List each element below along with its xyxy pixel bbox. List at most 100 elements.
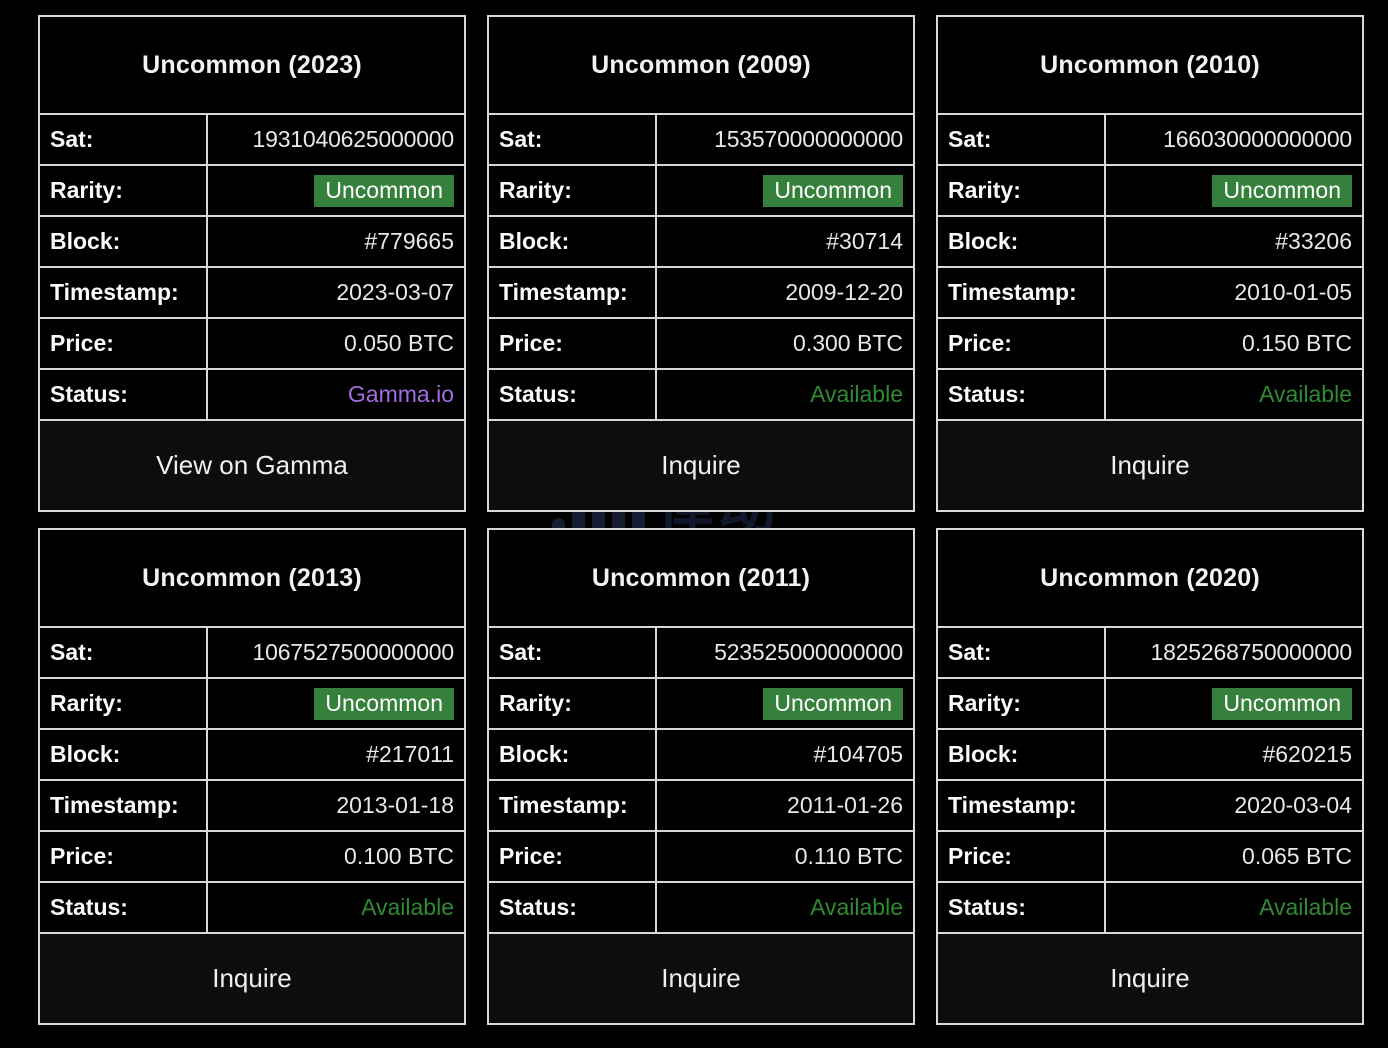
row-value-price: 0.065 BTC (1106, 832, 1362, 881)
row-label-timestamp: Timestamp: (938, 781, 1106, 830)
card-action-button[interactable]: Inquire (40, 934, 464, 1023)
row-value-block: #30714 (657, 217, 913, 266)
row-label-block: Block: (40, 217, 208, 266)
table-row-block: Block: #779665 (40, 217, 464, 268)
row-label-timestamp: Timestamp: (489, 268, 657, 317)
card-title: Uncommon (2013) (40, 530, 464, 628)
row-value-timestamp: 2013-01-18 (208, 781, 464, 830)
card-title: Uncommon (2010) (938, 17, 1362, 115)
row-label-timestamp: Timestamp: (40, 268, 208, 317)
card-action-button[interactable]: Inquire (489, 421, 913, 510)
row-label-block: Block: (40, 730, 208, 779)
sat-card[interactable]: Uncommon (2009) Sat: 153570000000000 Rar… (487, 15, 915, 512)
row-label-price: Price: (489, 319, 657, 368)
table-row-block: Block: #620215 (938, 730, 1362, 781)
table-row-sat: Sat: 1825268750000000 (938, 628, 1362, 679)
table-row-price: Price: 0.050 BTC (40, 319, 464, 370)
card-title: Uncommon (2009) (489, 17, 913, 115)
sat-card-grid: Uncommon (2023) Sat: 1931040625000000 Ra… (38, 15, 1360, 1025)
status-badge: Available (1106, 370, 1362, 419)
card-detail-table: Sat: 1825268750000000 Rarity: Uncommon B… (938, 628, 1362, 934)
row-value-block: #33206 (1106, 217, 1362, 266)
row-value-timestamp: 2010-01-05 (1106, 268, 1362, 317)
table-row-rarity: Rarity: Uncommon (489, 679, 913, 730)
row-label-timestamp: Timestamp: (40, 781, 208, 830)
row-label-timestamp: Timestamp: (489, 781, 657, 830)
sat-card[interactable]: Uncommon (2011) Sat: 523525000000000 Rar… (487, 528, 915, 1025)
card-title: Uncommon (2020) (938, 530, 1362, 628)
table-row-price: Price: 0.065 BTC (938, 832, 1362, 883)
table-row-timestamp: Timestamp: 2013-01-18 (40, 781, 464, 832)
row-value-sat: 166030000000000 (1106, 115, 1362, 164)
row-label-rarity: Rarity: (489, 679, 657, 728)
rarity-badge: Uncommon (314, 688, 454, 720)
row-value-price: 0.150 BTC (1106, 319, 1362, 368)
row-label-block: Block: (938, 217, 1106, 266)
table-row-block: Block: #104705 (489, 730, 913, 781)
status-badge: Available (1106, 883, 1362, 932)
row-value-sat: 1931040625000000 (208, 115, 464, 164)
row-label-sat: Sat: (938, 115, 1106, 164)
row-label-status: Status: (938, 370, 1106, 419)
row-label-block: Block: (938, 730, 1106, 779)
row-label-price: Price: (938, 832, 1106, 881)
row-value-timestamp: 2023-03-07 (208, 268, 464, 317)
rarity-badge: Uncommon (1212, 175, 1352, 207)
row-label-price: Price: (489, 832, 657, 881)
sat-card[interactable]: Uncommon (2010) Sat: 166030000000000 Rar… (936, 15, 1364, 512)
table-row-status: Status: Available (938, 370, 1362, 421)
row-label-rarity: Rarity: (938, 679, 1106, 728)
card-detail-table: Sat: 1931040625000000 Rarity: Uncommon B… (40, 115, 464, 421)
table-row-price: Price: 0.110 BTC (489, 832, 913, 883)
table-row-status: Status: Available (489, 370, 913, 421)
row-label-sat: Sat: (489, 628, 657, 677)
status-badge: Available (208, 883, 464, 932)
row-label-timestamp: Timestamp: (938, 268, 1106, 317)
card-title: Uncommon (2023) (40, 17, 464, 115)
row-label-rarity: Rarity: (40, 679, 208, 728)
row-label-block: Block: (489, 217, 657, 266)
status-badge[interactable]: Gamma.io (208, 370, 464, 419)
row-value-rarity: Uncommon (1106, 166, 1362, 215)
table-row-price: Price: 0.300 BTC (489, 319, 913, 370)
row-label-price: Price: (938, 319, 1106, 368)
row-label-price: Price: (40, 832, 208, 881)
table-row-sat: Sat: 166030000000000 (938, 115, 1362, 166)
row-value-rarity: Uncommon (208, 166, 464, 215)
table-row-timestamp: Timestamp: 2009-12-20 (489, 268, 913, 319)
row-value-price: 0.300 BTC (657, 319, 913, 368)
sat-card[interactable]: Uncommon (2013) Sat: 1067527500000000 Ra… (38, 528, 466, 1025)
row-value-sat: 1067527500000000 (208, 628, 464, 677)
card-action-button[interactable]: Inquire (938, 421, 1362, 510)
table-row-sat: Sat: 1067527500000000 (40, 628, 464, 679)
table-row-block: Block: #33206 (938, 217, 1362, 268)
row-label-status: Status: (489, 883, 657, 932)
row-label-sat: Sat: (40, 115, 208, 164)
card-detail-table: Sat: 153570000000000 Rarity: Uncommon Bl… (489, 115, 913, 421)
card-action-button[interactable]: View on Gamma (40, 421, 464, 510)
card-action-button[interactable]: Inquire (489, 934, 913, 1023)
table-row-timestamp: Timestamp: 2023-03-07 (40, 268, 464, 319)
row-value-block: #104705 (657, 730, 913, 779)
sat-card[interactable]: Uncommon (2020) Sat: 1825268750000000 Ra… (936, 528, 1364, 1025)
rarity-badge: Uncommon (763, 688, 903, 720)
table-row-price: Price: 0.100 BTC (40, 832, 464, 883)
table-row-block: Block: #217011 (40, 730, 464, 781)
row-label-rarity: Rarity: (938, 166, 1106, 215)
table-row-timestamp: Timestamp: 2020-03-04 (938, 781, 1362, 832)
sat-card[interactable]: Uncommon (2023) Sat: 1931040625000000 Ra… (38, 15, 466, 512)
table-row-rarity: Rarity: Uncommon (40, 679, 464, 730)
table-row-rarity: Rarity: Uncommon (489, 166, 913, 217)
row-label-price: Price: (40, 319, 208, 368)
row-value-timestamp: 2020-03-04 (1106, 781, 1362, 830)
row-label-block: Block: (489, 730, 657, 779)
row-label-rarity: Rarity: (489, 166, 657, 215)
table-row-timestamp: Timestamp: 2010-01-05 (938, 268, 1362, 319)
row-value-rarity: Uncommon (657, 679, 913, 728)
row-value-rarity: Uncommon (1106, 679, 1362, 728)
table-row-sat: Sat: 1931040625000000 (40, 115, 464, 166)
rarity-badge: Uncommon (314, 175, 454, 207)
row-label-status: Status: (40, 370, 208, 419)
card-action-button[interactable]: Inquire (938, 934, 1362, 1023)
row-label-status: Status: (40, 883, 208, 932)
